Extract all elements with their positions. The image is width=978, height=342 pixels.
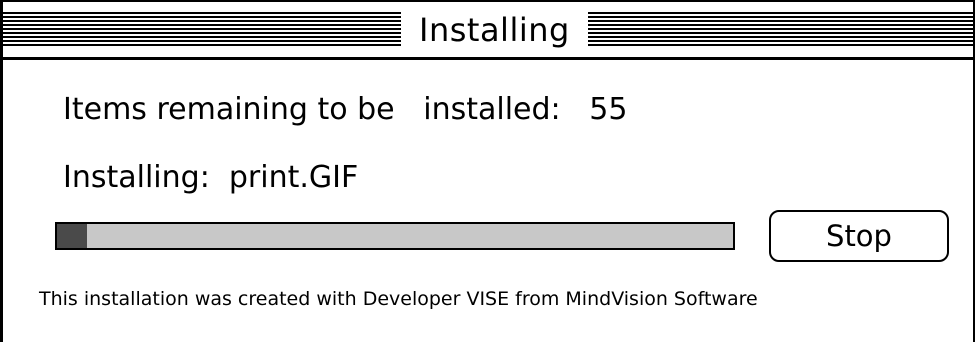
stop-button[interactable]: Stop	[769, 210, 949, 262]
installing-line: Installing: print.GIF	[63, 160, 358, 196]
dialog-content: Items remaining to be installed: 55 Inst…	[3, 60, 973, 342]
installing-label: Installing:	[63, 160, 210, 195]
installing-file: print.GIF	[228, 160, 359, 195]
items-remaining-label: Items remaining to be installed:	[63, 92, 561, 127]
footer-credit: This installation was created with Devel…	[39, 288, 758, 310]
title-bar[interactable]: Installing	[3, 2, 973, 60]
installer-window: Installing Items remaining to be install…	[0, 0, 975, 342]
progress-bar	[55, 222, 735, 250]
items-remaining-line: Items remaining to be installed: 55	[63, 92, 627, 128]
window-title: Installing	[401, 8, 588, 52]
items-remaining-count: 55	[589, 92, 628, 127]
progress-bar-fill	[57, 224, 88, 248]
